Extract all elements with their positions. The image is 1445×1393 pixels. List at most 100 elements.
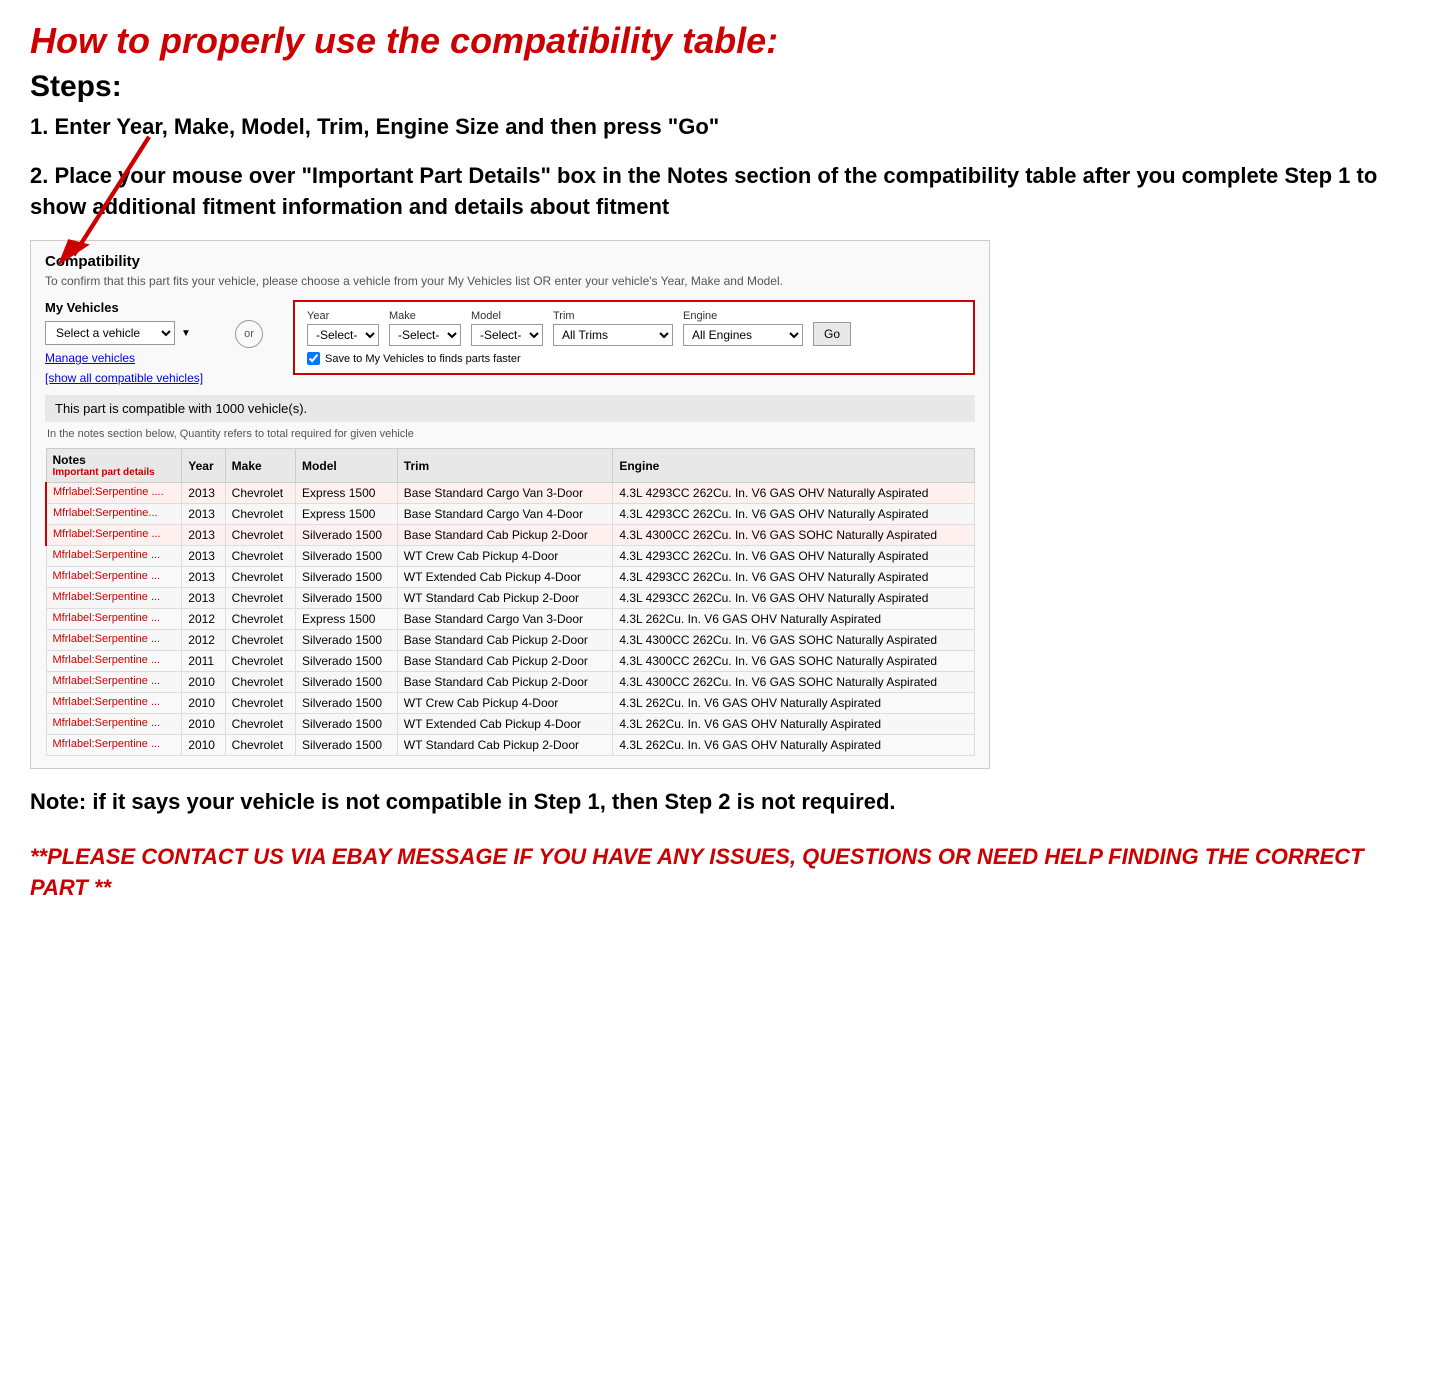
cell-make: Chevrolet xyxy=(225,588,295,609)
main-title: How to properly use the compatibility ta… xyxy=(30,20,1415,62)
cell-notes: Mfrlabel:Serpentine ... xyxy=(46,588,182,609)
compatibility-table: Notes Important part details Year Make M… xyxy=(45,448,975,756)
table-row: Mfrlabel:Serpentine ...2013ChevroletSilv… xyxy=(46,567,975,588)
year-select[interactable]: -Select- xyxy=(307,324,379,346)
note-text: Note: if it says your vehicle is not com… xyxy=(30,787,1415,818)
col-trim: Trim xyxy=(397,449,613,483)
cell-model: Silverado 1500 xyxy=(296,546,398,567)
cell-model: Silverado 1500 xyxy=(296,588,398,609)
model-select[interactable]: -Select- xyxy=(471,324,543,346)
cell-notes: Mfrlabel:Serpentine ... xyxy=(46,567,182,588)
show-compatible-link[interactable]: [show all compatible vehicles] xyxy=(45,371,205,385)
save-checkbox-label: Save to My Vehicles to finds parts faste… xyxy=(325,353,521,365)
table-row: Mfrlabel:Serpentine ...2010ChevroletSilv… xyxy=(46,693,975,714)
cell-make: Chevrolet xyxy=(225,504,295,525)
cell-trim: WT Crew Cab Pickup 4-Door xyxy=(397,546,613,567)
engine-select[interactable]: All Engines xyxy=(683,324,803,346)
cell-model: Silverado 1500 xyxy=(296,525,398,546)
cell-trim: WT Standard Cab Pickup 2-Door xyxy=(397,588,613,609)
cell-engine: 4.3L 262Cu. In. V6 GAS OHV Naturally Asp… xyxy=(613,693,975,714)
make-label: Make xyxy=(389,310,461,322)
trim-select[interactable]: All Trims xyxy=(553,324,673,346)
cell-make: Chevrolet xyxy=(225,714,295,735)
model-field: Model -Select- xyxy=(471,310,543,346)
col-engine: Engine xyxy=(613,449,975,483)
step1-text: 1. Enter Year, Make, Model, Trim, Engine… xyxy=(30,112,1415,143)
or-divider: or xyxy=(235,320,263,348)
table-header: Notes Important part details Year Make M… xyxy=(46,449,975,483)
col-model: Model xyxy=(296,449,398,483)
cell-model: Silverado 1500 xyxy=(296,651,398,672)
compat-controls-row: My Vehicles Select a vehicle ▼ Manage ve… xyxy=(45,300,975,385)
cell-model: Silverado 1500 xyxy=(296,567,398,588)
trim-field: Trim All Trims xyxy=(553,310,673,346)
cell-trim: Base Standard Cargo Van 4-Door xyxy=(397,504,613,525)
contact-text: **PLEASE CONTACT US VIA EBAY MESSAGE IF … xyxy=(30,842,1415,904)
dropdown-arrow-icon: ▼ xyxy=(181,328,191,339)
cell-year: 2011 xyxy=(182,651,225,672)
cell-trim: Base Standard Cargo Van 3-Door xyxy=(397,609,613,630)
cell-year: 2013 xyxy=(182,588,225,609)
table-row: Mfrlabel:Serpentine...2013ChevroletExpre… xyxy=(46,504,975,525)
cell-trim: WT Standard Cab Pickup 2-Door xyxy=(397,735,613,756)
table-row: Mfrlabel:Serpentine ...2013ChevroletSilv… xyxy=(46,525,975,546)
manage-vehicles-link[interactable]: Manage vehicles xyxy=(45,351,205,365)
cell-year: 2013 xyxy=(182,546,225,567)
compatible-count-bar: This part is compatible with 1000 vehicl… xyxy=(45,395,975,422)
cell-engine: 4.3L 262Cu. In. V6 GAS OHV Naturally Asp… xyxy=(613,735,975,756)
cell-year: 2013 xyxy=(182,504,225,525)
cell-trim: WT Crew Cab Pickup 4-Door xyxy=(397,693,613,714)
col-make: Make xyxy=(225,449,295,483)
my-vehicles-section: My Vehicles Select a vehicle ▼ Manage ve… xyxy=(45,300,205,385)
cell-notes: Mfrlabel:Serpentine ... xyxy=(46,672,182,693)
table-row: Mfrlabel:Serpentine ...2010ChevroletSilv… xyxy=(46,672,975,693)
cell-trim: Base Standard Cab Pickup 2-Door xyxy=(397,525,613,546)
cell-notes: Mfrlabel:Serpentine... xyxy=(46,504,182,525)
cell-engine: 4.3L 4300CC 262Cu. In. V6 GAS SOHC Natur… xyxy=(613,525,975,546)
cell-engine: 4.3L 4300CC 262Cu. In. V6 GAS SOHC Natur… xyxy=(613,630,975,651)
cell-year: 2013 xyxy=(182,525,225,546)
cell-notes: Mfrlabel:Serpentine ... xyxy=(46,714,182,735)
cell-trim: WT Extended Cab Pickup 4-Door xyxy=(397,714,613,735)
cell-trim: Base Standard Cab Pickup 2-Door xyxy=(397,630,613,651)
cell-make: Chevrolet xyxy=(225,483,295,504)
cell-engine: 4.3L 4293CC 262Cu. In. V6 GAS OHV Natura… xyxy=(613,504,975,525)
ym-fields-row: Year -Select- Make -Select- Model -Selec… xyxy=(307,310,961,346)
cell-engine: 4.3L 4300CC 262Cu. In. V6 GAS SOHC Natur… xyxy=(613,672,975,693)
make-select[interactable]: -Select- xyxy=(389,324,461,346)
table-row: Mfrlabel:Serpentine ...2010ChevroletSilv… xyxy=(46,714,975,735)
compatibility-section: Compatibility To confirm that this part … xyxy=(30,240,990,769)
cell-make: Chevrolet xyxy=(225,630,295,651)
table-row: Mfrlabel:Serpentine ....2013ChevroletExp… xyxy=(46,483,975,504)
save-checkbox[interactable] xyxy=(307,352,320,365)
col-year: Year xyxy=(182,449,225,483)
cell-model: Silverado 1500 xyxy=(296,714,398,735)
cell-year: 2010 xyxy=(182,735,225,756)
cell-model: Silverado 1500 xyxy=(296,693,398,714)
steps-title: Steps: xyxy=(30,70,1415,104)
model-label: Model xyxy=(471,310,543,322)
cell-engine: 4.3L 4293CC 262Cu. In. V6 GAS OHV Natura… xyxy=(613,483,975,504)
cell-year: 2013 xyxy=(182,483,225,504)
cell-year: 2013 xyxy=(182,567,225,588)
year-field: Year -Select- xyxy=(307,310,379,346)
cell-model: Silverado 1500 xyxy=(296,630,398,651)
table-row: Mfrlabel:Serpentine ...2013ChevroletSilv… xyxy=(46,546,975,567)
cell-make: Chevrolet xyxy=(225,609,295,630)
cell-year: 2012 xyxy=(182,609,225,630)
table-row: Mfrlabel:Serpentine ...2012ChevroletSilv… xyxy=(46,630,975,651)
cell-make: Chevrolet xyxy=(225,693,295,714)
cell-trim: Base Standard Cab Pickup 2-Door xyxy=(397,672,613,693)
cell-notes: Mfrlabel:Serpentine ... xyxy=(46,735,182,756)
engine-label: Engine xyxy=(683,310,803,322)
make-field: Make -Select- xyxy=(389,310,461,346)
select-vehicle-dropdown[interactable]: Select a vehicle xyxy=(45,321,175,345)
cell-model: Silverado 1500 xyxy=(296,672,398,693)
compat-subtitle: To confirm that this part fits your vehi… xyxy=(45,274,975,288)
cell-notes: Mfrlabel:Serpentine ... xyxy=(46,525,182,546)
go-button[interactable]: Go xyxy=(813,322,851,346)
cell-trim: WT Extended Cab Pickup 4-Door xyxy=(397,567,613,588)
col-notes: Notes Important part details xyxy=(46,449,182,483)
cell-make: Chevrolet xyxy=(225,672,295,693)
cell-make: Chevrolet xyxy=(225,546,295,567)
